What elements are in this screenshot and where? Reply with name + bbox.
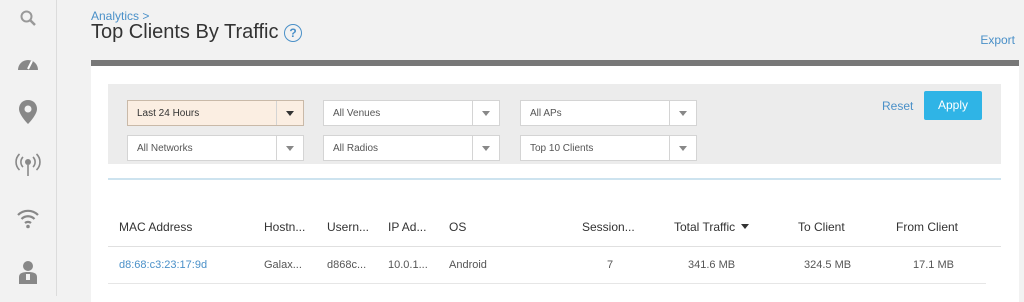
cell-hostname: Galax... (264, 259, 302, 271)
reset-button[interactable]: Reset (882, 99, 913, 113)
table-header: MAC Address Hostn... Usern... IP Ad... O… (108, 208, 1001, 247)
time-range-value: Last 24 Hours (137, 108, 200, 119)
cell-total-traffic: 341.6 MB (688, 259, 736, 271)
cell-to-client: 324.5 MB (804, 259, 852, 271)
cell-username: d868c... (327, 259, 367, 271)
report-panel: Last 24 Hours All Venues All APs All Net… (91, 60, 1019, 302)
left-nav-rail (0, 0, 57, 296)
location-pin-icon[interactable] (14, 98, 42, 126)
venues-select[interactable]: All Venues (323, 100, 500, 126)
filter-bar: Last 24 Hours All Venues All APs All Net… (108, 84, 1001, 164)
dashboard-gauge-icon[interactable] (14, 48, 42, 76)
cell-os: Android (449, 259, 487, 271)
access-point-icon[interactable] (14, 150, 42, 178)
chevron-down-icon (286, 111, 294, 116)
chevron-down-icon (482, 111, 490, 116)
clients-count-value: Top 10 Clients (530, 143, 594, 154)
page-title: Top Clients By Traffic (91, 21, 279, 43)
aps-value: All APs (530, 108, 562, 119)
cell-mac-address[interactable]: d8:68:c3:23:17:9d (119, 259, 207, 271)
column-header-from-client[interactable]: From Client (896, 220, 958, 234)
search-icon[interactable] (14, 4, 42, 32)
chevron-down-icon (482, 146, 490, 151)
apply-button[interactable]: Apply (924, 91, 982, 120)
column-header-username[interactable]: Usern... (327, 220, 369, 234)
column-header-ip[interactable]: IP Ad... (388, 220, 426, 234)
cell-ip-address: 10.0.1... (388, 259, 428, 271)
column-header-to-client[interactable]: To Client (798, 220, 845, 234)
column-header-total-traffic-label: Total Traffic (674, 220, 736, 234)
user-icon[interactable] (14, 258, 42, 286)
export-link[interactable]: Export (980, 33, 1015, 47)
cell-from-client: 17.1 MB (913, 259, 954, 271)
help-icon[interactable]: ? (284, 24, 302, 42)
time-range-select[interactable]: Last 24 Hours (127, 100, 304, 126)
chevron-down-icon (286, 146, 294, 151)
chevron-down-icon (679, 111, 687, 116)
aps-select[interactable]: All APs (520, 100, 697, 126)
wifi-icon[interactable] (14, 204, 42, 232)
column-header-hostname[interactable]: Hostn... (264, 220, 305, 234)
networks-select[interactable]: All Networks (127, 135, 304, 161)
radios-value: All Radios (333, 143, 379, 154)
chevron-down-icon (679, 146, 687, 151)
clients-count-select[interactable]: Top 10 Clients (520, 135, 697, 161)
column-header-mac[interactable]: MAC Address (119, 220, 192, 234)
section-divider (108, 178, 1001, 180)
column-header-os[interactable]: OS (449, 220, 466, 234)
cell-sessions: 7 (607, 259, 614, 271)
column-header-total-traffic[interactable]: Total Traffic (674, 220, 750, 234)
sort-descending-icon (741, 224, 750, 229)
networks-value: All Networks (137, 143, 193, 154)
column-header-sessions[interactable]: Session... (582, 220, 635, 234)
radios-select[interactable]: All Radios (323, 135, 500, 161)
table-row[interactable]: d8:68:c3:23:17:9d Galax... d868c... 10.0… (108, 247, 986, 284)
venues-value: All Venues (333, 108, 381, 119)
